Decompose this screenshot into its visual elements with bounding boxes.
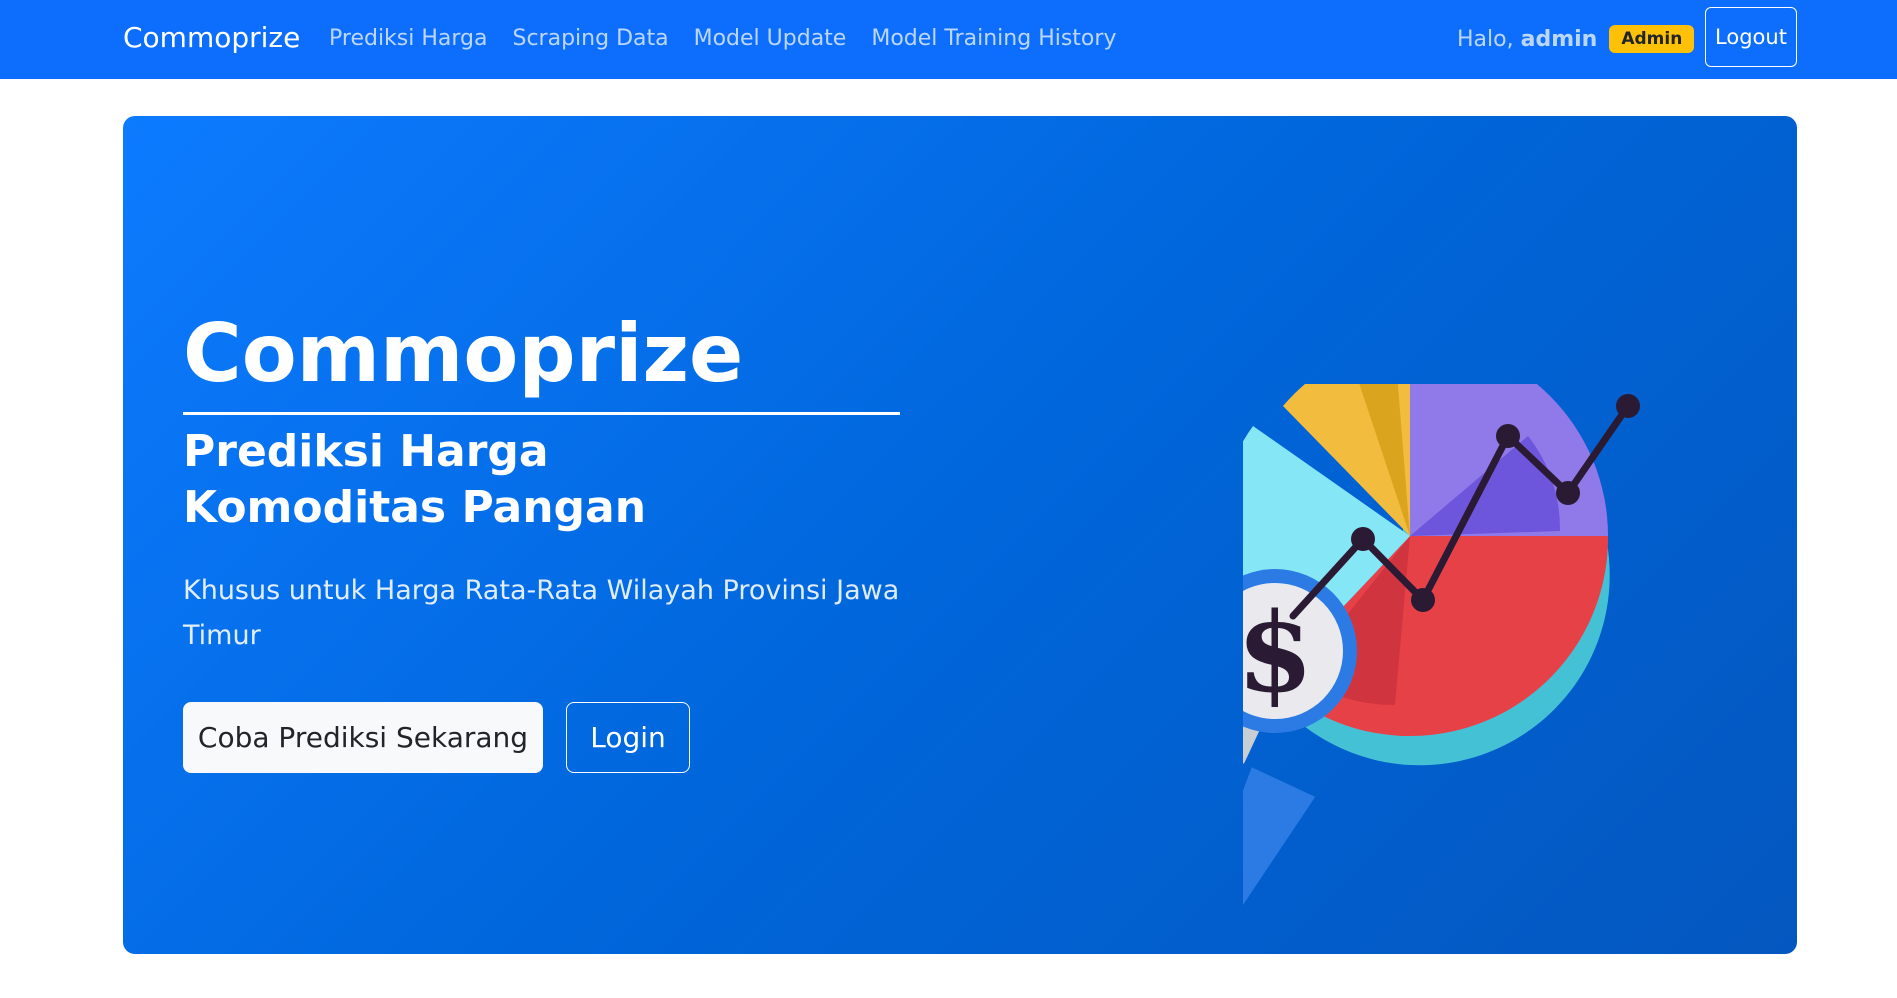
hero-description: Khusus untuk Harga Rata-Rata Wilayah Pro… [183,575,900,651]
nav-links: Prediksi Harga Scraping Data Model Updat… [329,21,1116,57]
hero-banner: Commoprize Prediksi Harga Komoditas Pang… [123,116,1797,954]
nav-link-scraping-data[interactable]: Scraping Data [513,21,669,57]
username: admin [1520,26,1598,52]
try-prediction-button[interactable]: Coba Prediksi Sekarang [183,702,543,773]
nav-link-model-training-history[interactable]: Model Training History [871,21,1116,57]
top-navbar: Commoprize Prediksi Harga Scraping Data … [0,0,1897,79]
pie-chart-magnifier-dollar-illustration: $ [1243,384,1640,909]
hero-subtitle: Prediksi Harga Komoditas Pangan [183,426,647,533]
user-greeting: Halo, admin Admin [1457,21,1695,57]
nav-link-model-update[interactable]: Model Update [694,21,847,57]
greeting-text: Halo, [1457,26,1514,52]
nav-link-prediksi-harga[interactable]: Prediksi Harga [329,21,488,57]
hero-title: Commoprize [183,307,744,400]
role-badge: Admin [1609,25,1695,53]
hero-divider [183,412,900,415]
login-button[interactable]: Login [566,702,690,773]
logout-button[interactable]: Logout [1705,7,1797,67]
brand-link[interactable]: Commoprize [123,18,300,58]
